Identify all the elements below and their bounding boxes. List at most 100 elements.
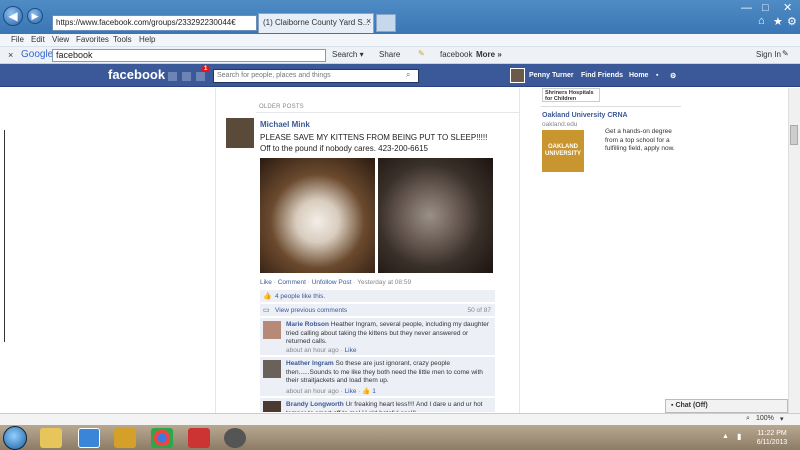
more-button[interactable]: More »	[476, 50, 502, 59]
explorer-icon[interactable]	[40, 428, 62, 448]
comment-time[interactable]: about an hour ago	[286, 347, 339, 354]
ad-image[interactable]: OAKLAND UNIVERSITY	[542, 130, 584, 172]
menu-favorites[interactable]: Favorites	[76, 35, 109, 44]
comment-meta: about an hour ago · Like · 👍 1	[286, 388, 376, 395]
minimize-icon[interactable]: —	[741, 2, 752, 14]
ad-title[interactable]: Oakland University CRNA	[542, 112, 628, 119]
google-search-button[interactable]: Search ▾	[332, 50, 364, 59]
comment-author[interactable]: Marie Robson	[286, 321, 329, 328]
comment-body: Brandy Longworth Ur freaking heart less!…	[286, 401, 491, 412]
menu-edit[interactable]: Edit	[31, 35, 45, 44]
media-player-icon[interactable]	[114, 428, 136, 448]
ad-shriners-logo[interactable]: Shriners Hospitals for Children	[542, 88, 600, 102]
close-window-icon[interactable]: ✕	[783, 1, 792, 14]
avatar[interactable]	[263, 321, 281, 339]
kitten-photo-1[interactable]	[260, 158, 375, 273]
system-clock[interactable]: 11:22 PM 6/11/2013	[755, 429, 789, 447]
friend-requests-icon[interactable]	[168, 72, 177, 81]
comment-body: Heather Ingram So these are just ignoran…	[286, 360, 491, 386]
comment-like-link[interactable]: Like	[345, 388, 357, 395]
home-link[interactable]: Home	[629, 72, 648, 79]
comment-author[interactable]: Brandy Longworth	[286, 401, 344, 408]
comment-time[interactable]: about an hour ago	[286, 388, 339, 395]
group-feed: OLDER POSTS Michael Mink PLEASE SAVE MY …	[215, 88, 520, 413]
comment-meta: about an hour ago · Like	[286, 347, 357, 354]
comment-like-link[interactable]: Like	[345, 347, 357, 354]
clock-time: 11:22 PM	[757, 430, 787, 437]
comment-like-count[interactable]: 1	[372, 388, 376, 395]
clock-date: 6/11/2013	[756, 439, 788, 446]
ad-text[interactable]: Get a hands-on degree from a top school …	[605, 128, 681, 154]
start-button[interactable]	[3, 426, 27, 450]
scrollbar-thumb[interactable]	[790, 125, 798, 145]
google-search-input[interactable]: facebook	[52, 49, 326, 62]
menu-tools[interactable]: Tools	[113, 35, 132, 44]
chat-bar[interactable]: ▪ Chat (Off)	[665, 399, 788, 413]
avatar[interactable]	[510, 68, 525, 83]
ad-domain[interactable]: oakland.edu	[542, 121, 577, 128]
chat-label: Chat (Off)	[675, 402, 708, 409]
internet-explorer-icon[interactable]	[78, 428, 100, 448]
gear-icon[interactable]: ⚙	[787, 15, 797, 28]
post-author[interactable]: Michael Mink	[260, 120, 310, 129]
status-bar: ⌕ 100% ▾	[0, 413, 800, 425]
profile-link[interactable]: Penny Turner	[529, 72, 574, 79]
google-logo: Google	[21, 49, 54, 60]
back-button[interactable]: ◀	[3, 6, 23, 26]
facebook-bookmark[interactable]: facebook	[440, 50, 472, 59]
older-posts-label: OLDER POSTS	[259, 104, 304, 110]
pencil-icon[interactable]: ✎	[418, 49, 425, 58]
zoom-level[interactable]: 100%	[756, 415, 774, 422]
tab-facebook[interactable]: (1) Claiborne County Yard S...	[258, 13, 374, 33]
menu-help[interactable]: Help	[139, 35, 155, 44]
messages-icon[interactable]	[182, 72, 191, 81]
clock-app-icon[interactable]	[224, 428, 246, 448]
chrome-icon[interactable]	[151, 428, 173, 448]
divider	[256, 112, 520, 113]
search-icon[interactable]: ⌕	[406, 70, 410, 80]
maximize-icon[interactable]: □	[762, 2, 769, 14]
author-avatar[interactable]	[226, 118, 254, 148]
divider	[541, 106, 681, 107]
favorites-star-icon[interactable]: ★	[773, 15, 783, 28]
app-icon[interactable]	[188, 428, 210, 448]
chevron-down-icon[interactable]: ▾	[780, 415, 784, 423]
fb-search-input[interactable]: Search for people, places and things	[213, 69, 419, 83]
view-previous-comments[interactable]: View previous comments	[275, 307, 347, 314]
avatar[interactable]	[263, 360, 281, 378]
find-friends-link[interactable]: Find Friends	[581, 72, 623, 79]
menu-file[interactable]: File	[11, 35, 24, 44]
close-tab-icon[interactable]: ×	[366, 16, 371, 26]
zoom-icon[interactable]: ⌕	[746, 415, 750, 423]
tray-arrow-icon[interactable]: ▲	[722, 433, 729, 440]
comment-count: 50 of 87	[467, 307, 492, 314]
home-icon[interactable]: ⌂	[758, 15, 765, 27]
facebook-logo[interactable]: facebook	[108, 67, 165, 82]
battery-icon[interactable]: ▮	[737, 432, 741, 441]
comment-item: Heather Ingram So these are just ignoran…	[260, 357, 495, 397]
share-button[interactable]: Share	[379, 50, 400, 59]
address-bar[interactable]: https://www.facebook.com/groups/23329223…	[52, 15, 257, 31]
kitten-photo-2[interactable]	[378, 158, 493, 273]
comment-link[interactable]: Comment	[278, 279, 306, 286]
privacy-icon[interactable]: ▪	[656, 72, 658, 79]
comment-item: Brandy Longworth Ur freaking heart less!…	[260, 398, 495, 413]
likes-count[interactable]: 4 people like this.	[275, 293, 325, 300]
sign-in-button[interactable]: Sign In	[756, 50, 781, 59]
new-tab-button[interactable]	[376, 14, 396, 32]
unfollow-link[interactable]: Unfollow Post	[312, 279, 352, 286]
notifications-icon[interactable]	[196, 72, 205, 81]
post-timestamp[interactable]: Yesterday at 08:59	[357, 279, 411, 286]
avatar[interactable]	[263, 401, 281, 412]
comment-author[interactable]: Heather Ingram	[286, 360, 334, 367]
wrench-icon[interactable]: ✎	[782, 49, 789, 58]
like-link[interactable]: Like	[260, 279, 272, 286]
search-label: Search	[332, 50, 358, 59]
post-text: PLEASE SAVE MY KITTENS FROM BEING PUT TO…	[260, 133, 488, 153]
forward-button[interactable]: ▶	[27, 8, 43, 24]
menu-view[interactable]: View	[52, 35, 69, 44]
gear-icon[interactable]: ⚙	[670, 72, 676, 80]
close-toolbar-icon[interactable]: ×	[8, 50, 13, 60]
post-actions: Like · Comment · Unfollow Post · Yesterd…	[260, 279, 412, 286]
google-toolbar: × Google facebook Search ▾ Share ✎ faceb…	[0, 47, 800, 64]
